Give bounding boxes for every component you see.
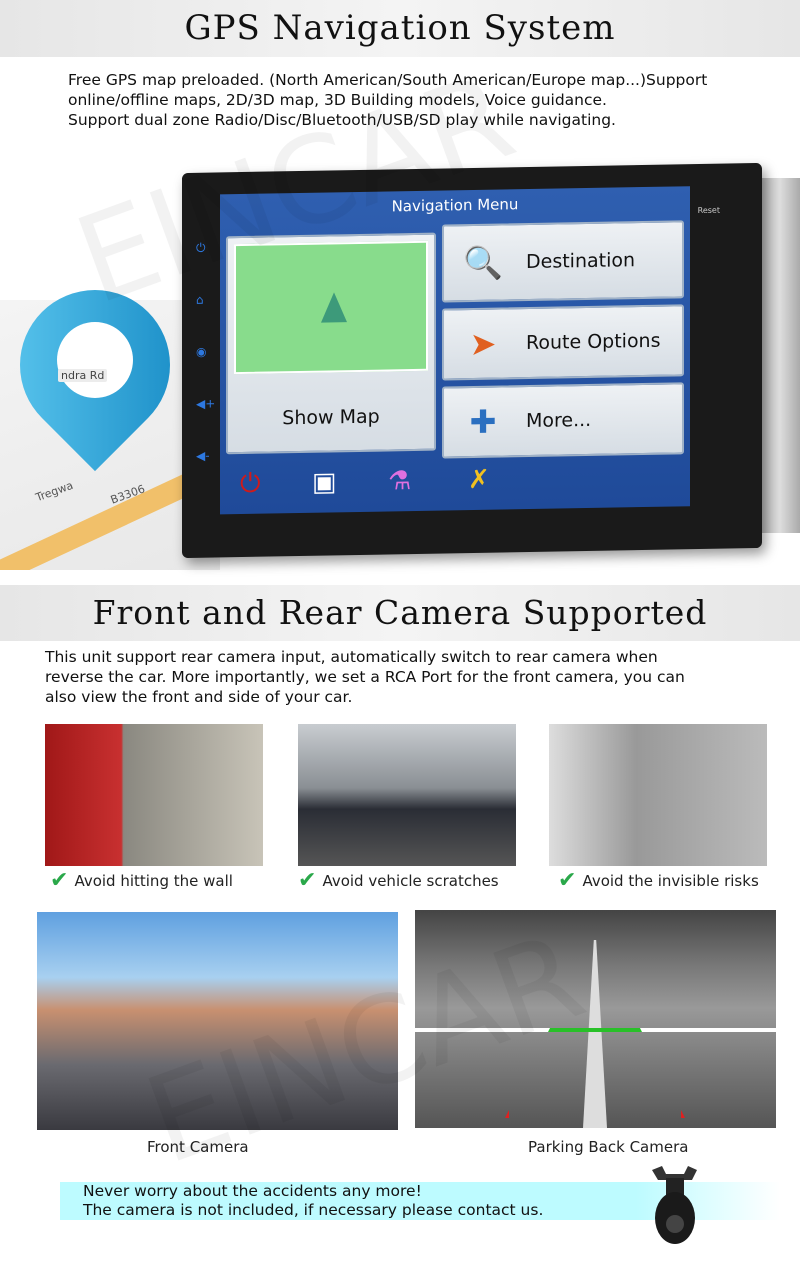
traffic-icon[interactable]: ▣ [312,467,337,497]
desc-line: also view the front and side of your car… [45,688,353,706]
device-chassis [760,178,800,533]
power-side-icon[interactable]: ⏻ [196,241,206,256]
photo-side-view [549,724,767,866]
magnifier-icon: 🔍 [463,243,503,283]
map-preview [234,240,428,375]
photo-garage-car [298,724,516,866]
map-label: ndra Rd [58,369,108,382]
screen-title: Navigation Menu [391,195,519,216]
desc-line: This unit support rear camera input, aut… [45,648,658,666]
gps-description: Free GPS map preloaded. (North American/… [68,70,707,130]
pin-hole [57,322,133,398]
volume-down-icon[interactable]: ◀- [196,449,210,463]
tile-label: More... [526,408,592,433]
route-options-button[interactable]: ➤ Route Options [442,304,684,381]
map-label: Tregwa [33,478,75,505]
section-header-camera: Front and Rear Camera Supported [0,585,800,641]
desc-line: reverse the car. More importantly, we se… [45,668,685,686]
check-icon: ✔ [298,868,317,893]
camera-title: Front and Rear Camera Supported [92,593,708,632]
benefit-text: Avoid vehicle scratches [322,871,499,890]
desc-line: Support dual zone Radio/Disc/Bluetooth/U… [68,111,616,129]
benefit-caption: ✔ Avoid the invisible risks [558,868,759,893]
show-map-button[interactable]: Show Map [226,232,436,455]
benefit-text: Avoid hitting the wall [74,871,233,890]
head-unit: Reset ⏻ ⌂ ◉ ◀+ ◀- Navigation Menu Show M… [182,162,762,559]
destination-button[interactable]: 🔍 Destination [442,220,684,303]
benefit-text: Avoid the invisible risks [582,871,759,890]
benefit-caption: ✔ Avoid hitting the wall [50,868,233,893]
puzzle-icon: ✚ [469,402,497,442]
photo-front-camera [37,912,398,1130]
photo-parking-camera [415,910,776,1128]
more-button[interactable]: ✚ More... [442,382,684,459]
check-icon: ✔ [558,868,577,893]
back-camera-caption: Parking Back Camera [528,1138,689,1156]
tile-label: Route Options [526,329,661,355]
route-icon: ➤ [469,324,497,364]
gps-title: GPS Navigation System [184,8,616,48]
show-map-label: Show Map [282,405,380,430]
reset-label: Reset [697,205,720,216]
nav-side-icon[interactable]: ◉ [196,345,206,359]
nav-screen: Navigation Menu Show Map 🔍 Destination ➤ R… [220,186,690,515]
desc-line: online/offline maps, 2D/3D map, 3D Build… [68,91,607,109]
home-side-icon[interactable]: ⌂ [196,293,204,307]
power-icon[interactable]: ⏻ [240,469,261,500]
flask-icon[interactable]: ⚗ [388,466,411,496]
benefit-caption: ✔ Avoid vehicle scratches [298,868,499,893]
volume-up-icon[interactable]: ◀+ [196,396,215,410]
tile-label: Destination [526,249,636,274]
tools-icon[interactable]: ✗ [468,465,490,495]
photo-wall [45,724,263,866]
section-header-gps: GPS Navigation System [0,0,800,57]
front-camera-caption: Front Camera [147,1138,249,1156]
desc-line: Free GPS map preloaded. (North American/… [68,71,708,89]
check-icon: ✔ [50,868,69,893]
camera-product-icon [652,1166,697,1244]
camera-description: This unit support rear camera input, aut… [45,647,685,707]
nav-arrow-icon [321,292,347,323]
